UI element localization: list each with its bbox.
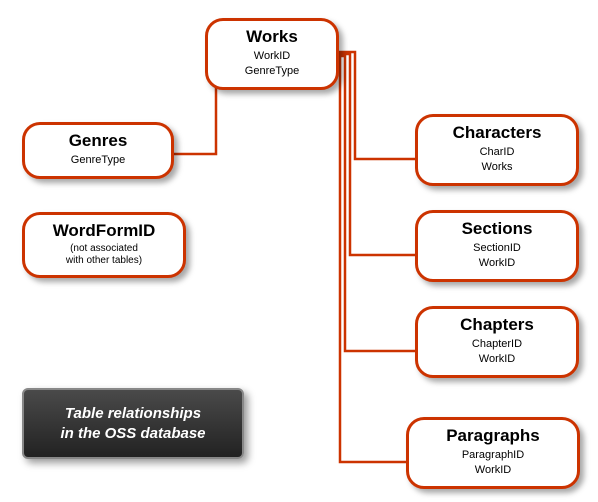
- table-title: Genres: [29, 131, 167, 151]
- table-field: SectionID: [422, 241, 572, 256]
- table-title: Characters: [422, 123, 572, 143]
- table-field: GenreType: [29, 153, 167, 168]
- table-field: WorkID: [422, 352, 572, 367]
- table-title: Works: [212, 27, 332, 47]
- table-field: WorkID: [413, 463, 573, 478]
- table-paragraphs: Paragraphs ParagraphID WorkID: [406, 417, 580, 489]
- table-chapters: Chapters ChapterID WorkID: [415, 306, 579, 378]
- table-wordform: WordFormID (not associated with other ta…: [22, 212, 186, 278]
- table-field: WorkID: [422, 256, 572, 271]
- table-field: CharID: [422, 145, 572, 160]
- table-field: Works: [422, 160, 572, 175]
- table-note: with other tables): [29, 255, 179, 267]
- caption-line: in the OSS database: [40, 424, 226, 444]
- diagram-caption: Table relationships in the OSS database: [22, 388, 244, 459]
- table-field: ChapterID: [422, 337, 572, 352]
- table-sections: Sections SectionID WorkID: [415, 210, 579, 282]
- table-title: Sections: [422, 219, 572, 239]
- table-field: WorkID: [212, 49, 332, 64]
- caption-line: Table relationships: [40, 404, 226, 424]
- table-note: (not associated: [29, 243, 179, 255]
- table-title: Paragraphs: [413, 426, 573, 446]
- table-title: WordFormID: [29, 221, 179, 241]
- table-genres: Genres GenreType: [22, 122, 174, 179]
- table-works: Works WorkID GenreType: [205, 18, 339, 90]
- table-field: ParagraphID: [413, 448, 573, 463]
- table-field: GenreType: [212, 64, 332, 79]
- table-title: Chapters: [422, 315, 572, 335]
- table-characters: Characters CharID Works: [415, 114, 579, 186]
